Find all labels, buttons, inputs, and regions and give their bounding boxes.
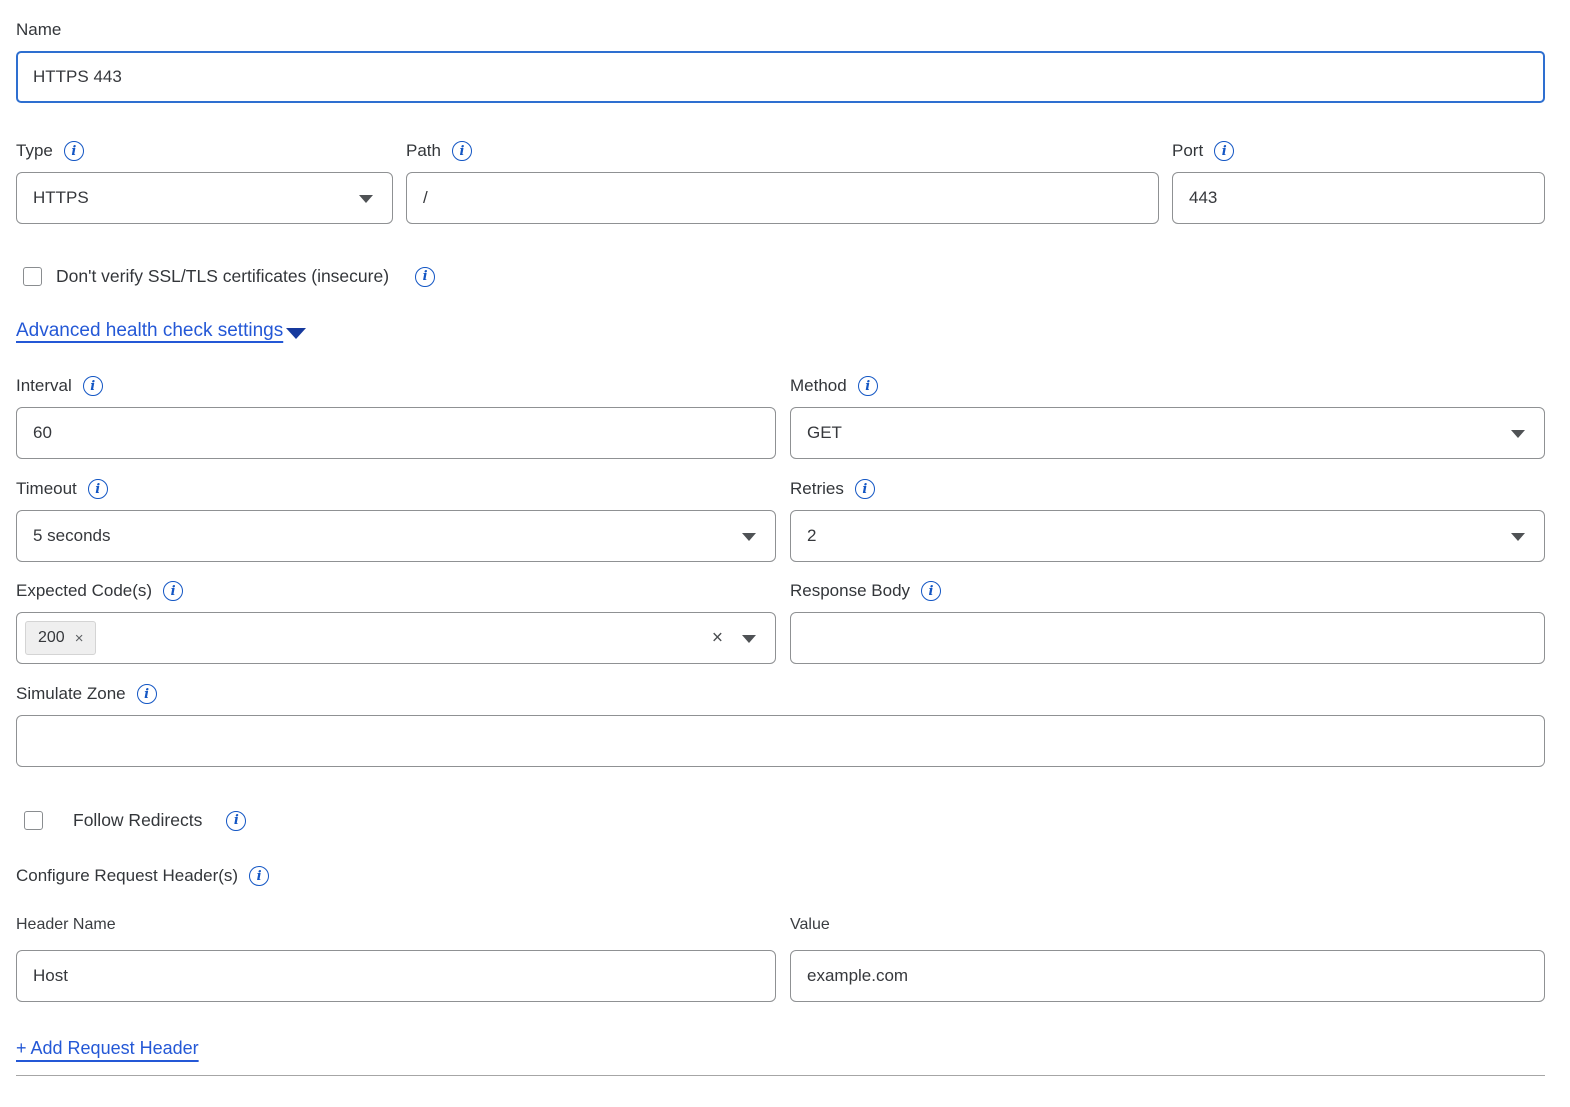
add-request-header-link[interactable]: + Add Request Header [16,1038,199,1059]
codes-body-fields: 200 × × [16,612,1545,664]
chevron-down-icon [742,635,756,643]
value-column-label: Value [790,914,1545,936]
codes-body-labels: Expected Code(s) i Response Body i [16,579,1545,612]
code-tag-value: 200 [38,629,65,647]
advanced-settings-row: Advanced health check settings [16,320,1545,342]
simulate-zone-label: Simulate Zone [16,682,126,706]
response-body-label: Response Body [790,579,910,603]
follow-redirects-checkbox[interactable] [24,811,43,830]
ssl-verify-checkbox[interactable] [23,267,42,286]
info-icon[interactable]: i [249,866,269,886]
code-tag: 200 × [25,621,96,655]
timeout-select-value: 5 seconds [33,526,111,546]
info-icon[interactable]: i [137,684,157,704]
interval-method-labels: Interval i Method i [16,374,1545,407]
chevron-down-icon [359,195,373,203]
chevron-down-icon [286,328,306,339]
info-icon[interactable]: i [64,141,84,161]
simulate-zone-input[interactable] [16,715,1545,767]
header-name-input[interactable] [16,950,776,1002]
expected-codes-multiselect[interactable]: 200 × × [16,612,776,664]
type-label: Type [16,139,53,163]
advanced-settings-link[interactable]: Advanced health check settings [16,320,306,342]
type-select-value: HTTPS [33,188,89,208]
header-columns-labels: Header Name Value [16,914,1545,950]
response-body-input[interactable] [790,612,1545,664]
interval-label: Interval [16,374,72,398]
path-label: Path [406,139,441,163]
expected-codes-label: Expected Code(s) [16,579,152,603]
retries-select-value: 2 [807,526,816,546]
name-label: Name [16,18,61,42]
method-select-value: GET [807,423,842,443]
path-input[interactable] [406,172,1159,224]
info-icon[interactable]: i [83,376,103,396]
info-icon[interactable]: i [163,581,183,601]
port-input[interactable] [1172,172,1545,224]
info-icon[interactable]: i [452,141,472,161]
simulate-zone-label-row: Simulate Zone i [16,682,1545,706]
type-path-port-fields: HTTPS [16,172,1545,224]
header-name-column-label: Header Name [16,914,776,936]
timeout-label: Timeout [16,477,77,501]
chevron-down-icon [1511,533,1525,541]
method-select[interactable]: GET [790,407,1545,459]
port-label: Port [1172,139,1203,163]
timeout-retries-fields: 5 seconds 2 [16,510,1545,562]
info-icon[interactable]: i [855,479,875,499]
type-path-port-labels: Type i Path i Port i [16,139,1545,172]
name-input[interactable] [16,51,1545,103]
interval-method-fields: GET [16,407,1545,459]
timeout-select[interactable]: 5 seconds [16,510,776,562]
retries-select[interactable]: 2 [790,510,1545,562]
ssl-verify-label: Don't verify SSL/TLS certificates (insec… [56,266,389,287]
name-label-row: Name [16,18,1545,42]
method-label: Method [790,374,847,398]
advanced-settings-label: Advanced health check settings [16,320,283,342]
request-headers-section-row: Configure Request Header(s) i [16,864,1545,888]
header-value-input[interactable] [790,950,1545,1002]
info-icon[interactable]: i [415,267,435,287]
type-select[interactable]: HTTPS [16,172,393,224]
request-headers-section-label: Configure Request Header(s) [16,864,238,888]
info-icon[interactable]: i [921,581,941,601]
info-icon[interactable]: i [1214,141,1234,161]
interval-input[interactable] [16,407,776,459]
clear-all-icon[interactable]: × [712,629,723,648]
ssl-verify-row: Don't verify SSL/TLS certificates (insec… [16,266,1545,287]
follow-redirects-row: Follow Redirects i [16,810,1545,831]
add-header-row: + Add Request Header [16,1038,1545,1059]
timeout-retries-labels: Timeout i Retries i [16,477,1545,510]
header-row [16,950,1545,1002]
follow-redirects-label: Follow Redirects [73,810,202,831]
retries-label: Retries [790,477,844,501]
info-icon[interactable]: i [858,376,878,396]
info-icon[interactable]: i [226,811,246,831]
chevron-down-icon [742,533,756,541]
health-check-form: Name Type i Path i Port i HTTPS Don't ve… [0,0,1570,1076]
section-divider [16,1075,1545,1076]
remove-tag-icon[interactable]: × [75,630,84,647]
chevron-down-icon [1511,430,1525,438]
info-icon[interactable]: i [88,479,108,499]
